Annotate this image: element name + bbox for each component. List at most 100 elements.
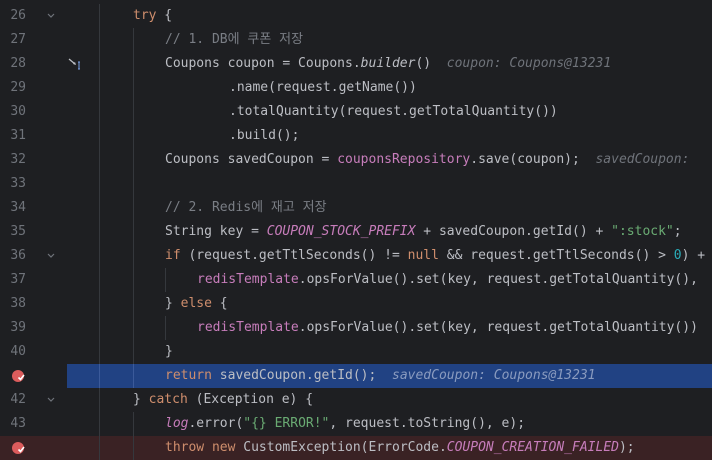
line-number: 36 (10, 248, 26, 263)
indent-guide (165, 316, 166, 340)
code-editor[interactable]: 26 try { 27 // 1. DB에 쿠폰 저장 28 Coupons c… (0, 0, 712, 460)
breakpoint-line[interactable]: 44 throw new CustomException(ErrorCode.C… (0, 436, 712, 460)
indent-guide (99, 148, 100, 172)
indent-guide (99, 124, 100, 148)
indent-guide (99, 364, 100, 388)
code-text: try { (133, 8, 173, 23)
fold-chevron-icon[interactable] (47, 12, 55, 20)
code-line[interactable]: 35 String key = COUPON_STOCK_PREFIX + sa… (0, 220, 712, 244)
indent-guide (133, 28, 134, 52)
code-line[interactable]: 28 Coupons coupon = Coupons.builder() co… (0, 52, 712, 76)
indent-guide (99, 100, 100, 124)
code-text: log.error("{} ERROR!", request.toString(… (165, 416, 526, 431)
code-text: .totalQuantity(request.getTotalQuantity(… (229, 104, 558, 119)
line-number: 39 (10, 320, 26, 335)
code-line[interactable]: 33 (0, 172, 712, 196)
code-line[interactable]: 29 .name(request.getName()) (0, 76, 712, 100)
indent-guide (99, 244, 100, 268)
indent-guide (133, 220, 134, 244)
indent-guide (133, 412, 134, 436)
code-text: // 2. Redis에 재고 저장 (165, 200, 327, 215)
code-line[interactable]: 27 // 1. DB에 쿠폰 저장 (0, 28, 712, 52)
code-text: // 1. DB에 쿠폰 저장 (165, 32, 304, 47)
indent-guide (133, 148, 134, 172)
code-text: if (request.getTtlSeconds() != null && r… (165, 248, 706, 263)
line-number: 26 (10, 8, 26, 23)
code-text: redisTemplate.opsForValue().set(key, req… (197, 272, 698, 287)
line-number: 33 (10, 176, 26, 191)
code-text: .name(request.getName()) (229, 80, 417, 95)
line-number: 40 (10, 344, 26, 359)
line-number: 35 (10, 224, 26, 239)
line-number: 43 (10, 416, 26, 431)
line-number: 28 (10, 56, 26, 71)
code-line[interactable]: 38 } else { (0, 292, 712, 316)
code-text: } else { (165, 296, 228, 311)
indent-guide (99, 52, 100, 76)
code-line[interactable]: 32 Coupons savedCoupon = couponsReposito… (0, 148, 712, 172)
code-text: } catch (Exception e) { (133, 392, 314, 407)
line-number: 29 (10, 80, 26, 95)
fold-chevron-icon[interactable] (47, 396, 55, 404)
current-execution-line[interactable]: 41 return savedCoupon.getId(); savedCoup… (0, 364, 712, 388)
indent-guide (99, 220, 100, 244)
indent-guide (133, 292, 134, 316)
code-line[interactable]: 26 try { (0, 4, 712, 28)
indent-guide (133, 244, 134, 268)
indent-guide (99, 172, 100, 196)
inline-debug-hint: savedCoupon: Coupons@13231 (392, 368, 596, 383)
line-number: 34 (10, 200, 26, 215)
line-number: 42 (10, 392, 26, 407)
line-number: 30 (10, 104, 26, 119)
indent-guide (99, 4, 100, 28)
code-text: return savedCoupon.getId(); savedCoupon:… (165, 368, 596, 383)
indent-guide (99, 268, 100, 292)
breakpoint-check-icon[interactable] (11, 369, 25, 383)
indent-guide (133, 172, 134, 196)
code-text: } (165, 344, 173, 359)
indent-guide (99, 412, 100, 436)
code-line[interactable]: 37 redisTemplate.opsForValue().set(key, … (0, 268, 712, 292)
code-text: Coupons savedCoupon = couponsRepository.… (165, 152, 690, 167)
indent-guide (99, 436, 100, 460)
indent-guide (99, 388, 100, 412)
inline-debug-hint: savedCoupon: (595, 152, 690, 167)
line-number: 37 (10, 272, 26, 287)
indent-guide (99, 196, 100, 220)
indent-guide (133, 52, 134, 76)
code-text: redisTemplate.opsForValue().set(key, req… (197, 320, 698, 335)
indent-guide (99, 340, 100, 364)
indent-guide (133, 436, 134, 460)
indent-guide (99, 28, 100, 52)
indent-guide (99, 76, 100, 100)
code-line[interactable]: 43 log.error("{} ERROR!", request.toStri… (0, 412, 712, 436)
breakpoint-check-icon[interactable] (11, 441, 25, 455)
code-line[interactable]: 42 } catch (Exception e) { (0, 388, 712, 412)
inline-debug-hint: coupon: Coupons@13231 (446, 56, 612, 71)
indent-guide (133, 364, 134, 388)
line-number: 32 (10, 152, 26, 167)
code-line[interactable]: 39 redisTemplate.opsForValue().set(key, … (0, 316, 712, 340)
line-number: 38 (10, 296, 26, 311)
indent-guide (99, 292, 100, 316)
indent-guide (99, 316, 100, 340)
line-number: 31 (10, 128, 26, 143)
code-line[interactable]: 36 if (request.getTtlSeconds() != null &… (0, 244, 712, 268)
fold-chevron-icon[interactable] (47, 252, 55, 260)
code-line[interactable]: 34 // 2. Redis에 재고 저장 (0, 196, 712, 220)
indent-guide (133, 100, 134, 124)
code-text: throw new CustomException(ErrorCode.COUP… (165, 440, 635, 455)
code-text: Coupons coupon = Coupons.builder() coupo… (165, 56, 612, 71)
indent-guide (133, 196, 134, 220)
code-text: .build(); (229, 128, 300, 143)
indent-guide (165, 268, 166, 292)
code-line[interactable]: 31 .build(); (0, 124, 712, 148)
indent-guide (133, 268, 134, 292)
line-number: 27 (10, 32, 26, 47)
step-into-cursor-icon (68, 57, 84, 71)
code-line[interactable]: 30 .totalQuantity(request.getTotalQuanti… (0, 100, 712, 124)
code-line[interactable]: 40 } (0, 340, 712, 364)
indent-guide (133, 316, 134, 340)
indent-guide (133, 124, 134, 148)
code-text: String key = COUPON_STOCK_PREFIX + saved… (165, 224, 682, 239)
